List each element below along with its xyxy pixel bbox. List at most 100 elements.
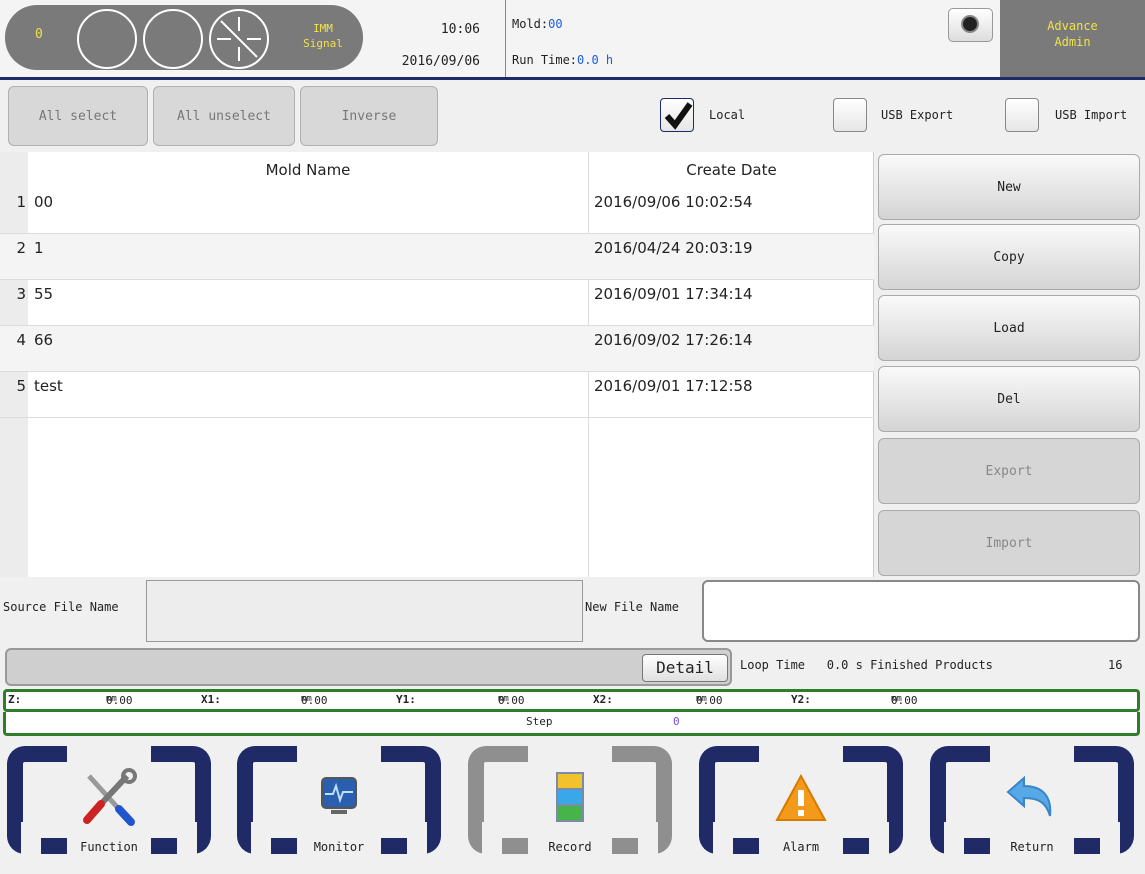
user-level[interactable]: Advance Admin (1000, 0, 1145, 77)
axis-name: Z: (8, 693, 22, 706)
axis-name: Y1: (396, 693, 416, 706)
user-level-line2: Admin (1054, 35, 1091, 49)
nav-bracket (1074, 746, 1134, 874)
clock: 10:06 2016/09/06 (380, 14, 480, 78)
local-label: Local (709, 108, 746, 122)
date-text: 2016/09/06 (401, 54, 480, 69)
mold-signal-icon (209, 9, 269, 69)
imm-label: IMM (313, 22, 333, 35)
step-value: 0 (673, 715, 680, 728)
status-bar: Detail (5, 648, 732, 686)
del-button[interactable]: Del (878, 366, 1140, 432)
nav-bracket (843, 746, 903, 874)
file-cabinet-icon (556, 772, 584, 822)
nav-bracket (151, 746, 211, 874)
mold-name: 66 (34, 331, 54, 349)
table-row[interactable]: 4 66 2016/09/02 17:26:14 (0, 326, 874, 372)
create-date: 2016/09/02 17:26:14 (594, 331, 753, 349)
table-row[interactable]: 5 test 2016/09/01 17:12:58 (0, 372, 874, 418)
nav-return-label: Return (1010, 840, 1054, 854)
signal-indicator-2 (143, 9, 203, 69)
table-row[interactable]: 2 1 2016/04/24 20:03:19 (0, 234, 874, 280)
axis-name: Y2: (791, 693, 811, 706)
monitor-icon (321, 777, 357, 814)
import-button[interactable]: Import (878, 510, 1140, 576)
axis-unit: mm (106, 694, 117, 704)
row-number: 4 (16, 331, 26, 349)
check-icon (664, 102, 693, 130)
signal-label: Signal (303, 37, 343, 50)
usb-export-checkbox[interactable] (833, 98, 867, 132)
imm-signal-label: IMM Signal (293, 21, 353, 51)
all-select-button[interactable]: All select (8, 86, 148, 146)
mold-name: test (34, 377, 63, 395)
axis-unit: mm (891, 694, 902, 704)
copy-button[interactable]: Copy (878, 224, 1140, 290)
loop-time-value: 0.0 s (826, 658, 863, 672)
table-row[interactable]: 3 55 2016/09/01 17:34:14 (0, 280, 874, 326)
all-unselect-button[interactable]: All unselect (153, 86, 295, 146)
signal-indicator-1 (77, 9, 137, 69)
new-file-field[interactable] (702, 580, 1140, 642)
new-button[interactable]: New (878, 154, 1140, 220)
usb-import-checkbox[interactable] (1005, 98, 1039, 132)
nav-monitor-label: Monitor (313, 840, 365, 854)
usb-export-label: USB Export (881, 108, 954, 122)
create-date: 2016/09/01 17:12:58 (594, 377, 753, 395)
axis-unit: mm (301, 694, 312, 704)
camera-icon[interactable] (948, 8, 993, 42)
status-header: 0 IMM Signal 10:06 2016/09/06 Mold:00 Ru… (0, 0, 1145, 80)
nav-bracket (381, 746, 441, 874)
axis-unit: mm (696, 694, 707, 704)
create-date: 2016/04/24 20:03:19 (594, 239, 753, 257)
mold-table: Mold Name Create Date 1 00 2016/09/06 10… (0, 152, 874, 577)
step-bar: Step 0 (3, 712, 1140, 736)
step-label: Step (526, 715, 553, 728)
create-date: 2016/09/06 10:02:54 (594, 193, 753, 211)
table-row[interactable]: 1 00 2016/09/06 10:02:54 (0, 188, 874, 234)
nav-bracket (612, 746, 672, 874)
create-date: 2016/09/01 17:34:14 (594, 285, 753, 303)
local-checkbox[interactable] (660, 98, 694, 132)
column-header-mold-name[interactable]: Mold Name (28, 152, 589, 188)
detail-button[interactable]: Detail (642, 654, 728, 682)
nav-bracket (699, 746, 759, 874)
nav-monitor[interactable]: Monitor (235, 746, 443, 874)
nav-function-label: Function (80, 840, 138, 854)
mold-info: Mold:00 Run Time:0.0 h (505, 0, 945, 77)
time-text: 10:06 (440, 22, 480, 37)
nav-bracket (468, 746, 528, 874)
export-button[interactable]: Export (878, 438, 1140, 504)
nav-record-label: Record (548, 840, 592, 854)
axis-unit: mm (498, 694, 509, 704)
mold-name: 55 (34, 285, 54, 303)
finished-products-label: Finished Products (870, 658, 993, 672)
nav-record[interactable]: Record (466, 746, 674, 874)
row-number: 5 (16, 377, 26, 395)
row-number: 3 (16, 285, 26, 303)
mold-name: 00 (34, 193, 54, 211)
source-file-field[interactable] (146, 580, 583, 642)
new-file-label: New File Name (585, 600, 679, 614)
nav-bracket (930, 746, 990, 874)
row-number: 1 (16, 193, 26, 211)
nav-return[interactable]: Return (928, 746, 1136, 874)
mold-name: 1 (34, 239, 44, 257)
mold-label: Mold: (512, 17, 549, 31)
nav-function[interactable]: Function (5, 746, 213, 874)
loop-info: Loop Time 0.0 s Finished Products (740, 658, 993, 672)
load-button[interactable]: Load (878, 295, 1140, 361)
source-file-label: Source File Name (3, 600, 119, 614)
nav-bracket (237, 746, 297, 874)
runtime-value: 0.0 h (577, 53, 614, 67)
nav-alarm[interactable]: Alarm (697, 746, 905, 874)
row-number: 2 (16, 239, 26, 257)
alarm-warning-icon (775, 773, 827, 821)
counter-value: 0 (35, 27, 43, 42)
inverse-button[interactable]: Inverse (300, 86, 438, 146)
column-header-create-date[interactable]: Create Date (589, 152, 874, 188)
loop-time-label: Loop Time (740, 658, 806, 672)
tools-icon (83, 768, 137, 826)
runtime-label: Run Time: (512, 53, 578, 67)
nav-bracket (7, 746, 67, 874)
